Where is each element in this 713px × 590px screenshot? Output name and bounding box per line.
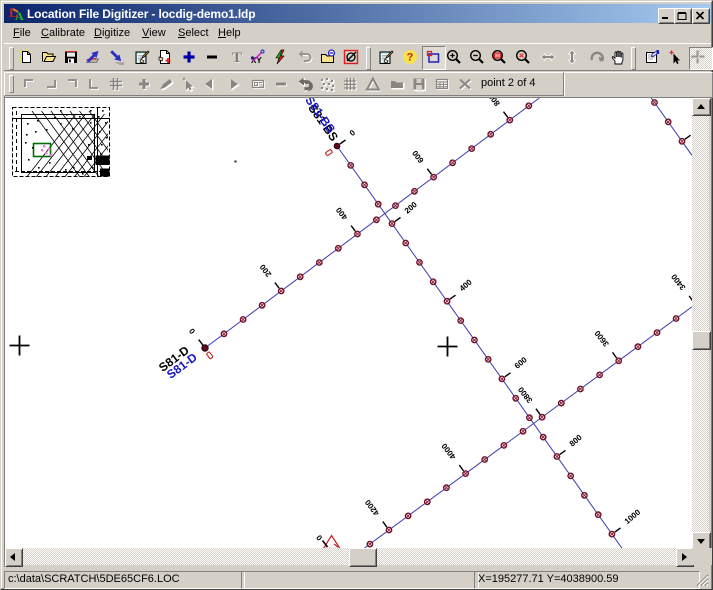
- svg-text:800: 800: [568, 433, 584, 449]
- svg-text:4000: 4000: [439, 441, 457, 461]
- svg-text:600: 600: [513, 355, 529, 371]
- svg-text:3800: 3800: [516, 385, 534, 405]
- svg-text:A: A: [15, 9, 24, 21]
- svg-text:T: T: [232, 50, 242, 65]
- svg-text:0: 0: [187, 326, 197, 335]
- svg-text:1000: 1000: [623, 507, 643, 526]
- svg-text:600: 600: [410, 148, 426, 164]
- svg-text:200: 200: [403, 200, 419, 216]
- svg-text:800: 800: [486, 98, 502, 108]
- svg-text:?: ?: [407, 52, 414, 64]
- svg-text:3400: 3400: [669, 272, 687, 292]
- svg-text:200: 200: [258, 262, 274, 278]
- svg-text:3600: 3600: [593, 328, 611, 348]
- svg-text:4200: 4200: [363, 497, 381, 517]
- svg-text:400: 400: [458, 277, 474, 293]
- svg-text:0: 0: [348, 128, 358, 138]
- svg-text:400: 400: [334, 205, 350, 221]
